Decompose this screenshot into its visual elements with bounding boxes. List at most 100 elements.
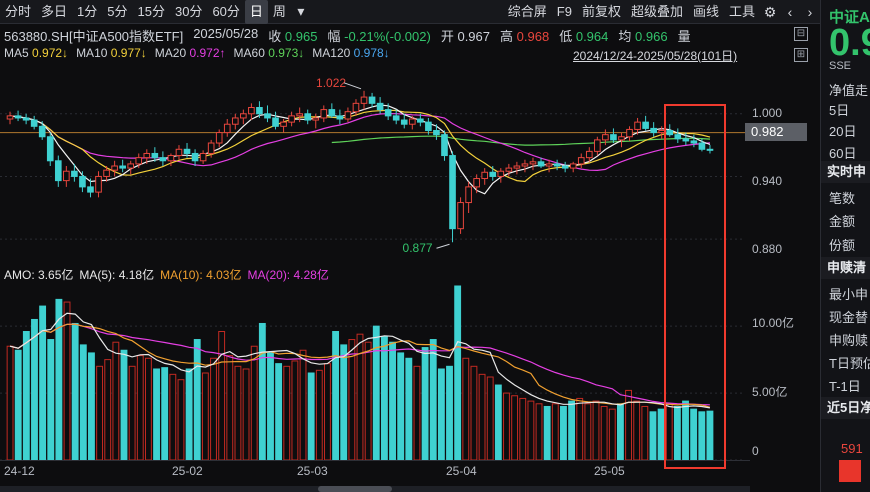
- date-range-link[interactable]: 2024/12/24-2025/05/28(101日): [573, 47, 737, 64]
- ma20-legend: MA20 0.972↑: [154, 46, 226, 60]
- volume-bar: [682, 400, 689, 460]
- period-tab-intraday[interactable]: 分时: [0, 0, 36, 24]
- candle: [30, 115, 38, 130]
- low-annotation: 0.877: [403, 241, 433, 255]
- volume-bar: [193, 339, 201, 460]
- volume-bar: [405, 357, 413, 460]
- period-tab-multiday[interactable]: 多日: [36, 0, 72, 24]
- volume-bar: [511, 395, 519, 460]
- candle: [473, 174, 480, 194]
- candle: [666, 124, 674, 137]
- volume-bar: [267, 352, 274, 460]
- volume-tick-label: 0: [752, 444, 759, 458]
- f9-button[interactable]: F9: [552, 0, 577, 24]
- price-tick-label: 1.000: [752, 106, 783, 120]
- volume-bar: [201, 372, 209, 460]
- candle: [561, 161, 569, 173]
- candle: [344, 107, 352, 123]
- nav-trend-label[interactable]: 净值走: [829, 80, 868, 99]
- volume-bar: [79, 344, 87, 460]
- volume-bar: [503, 392, 510, 460]
- volume-legend: AMO: 3.65亿 MA(5): 4.18亿 MA(10): 4.03亿 MA…: [4, 266, 329, 283]
- candle: [610, 128, 617, 144]
- current-price-tag: 0.982: [745, 123, 807, 141]
- volume-bar: [299, 349, 307, 460]
- period-tab-day[interactable]: 日: [244, 0, 268, 24]
- volume-bar: [315, 369, 323, 460]
- volume-bar: [364, 341, 372, 460]
- volume-bar: [39, 305, 47, 460]
- volume-bar: [120, 349, 128, 460]
- volume-bar: [454, 285, 462, 460]
- candle: [231, 113, 239, 130]
- x-tick-label: 25-03: [297, 464, 328, 478]
- candle: [296, 107, 303, 123]
- chart-scrollbar-thumb[interactable]: [318, 486, 392, 492]
- volume-bar: [519, 397, 527, 460]
- period-tab-1min[interactable]: 1分: [72, 0, 102, 24]
- volume-bar: [104, 359, 112, 460]
- volume-label: 量: [677, 29, 691, 44]
- gear-icon[interactable]: ⚙: [760, 0, 780, 24]
- volume-bar: [136, 355, 144, 460]
- volume-bar: [592, 400, 600, 460]
- candle: [658, 126, 666, 139]
- volume-bar: [527, 400, 535, 460]
- period-60d[interactable]: 60日: [829, 143, 856, 162]
- volume-bar: [112, 341, 120, 460]
- volume-bar: [234, 365, 242, 460]
- volume-bar: [31, 318, 38, 460]
- volume-bar: [535, 403, 543, 460]
- chevron-right-icon[interactable]: ›: [800, 0, 820, 24]
- volume-bar: [185, 368, 193, 460]
- composite-screen-button[interactable]: 综合屏: [503, 0, 552, 24]
- x-tick-label: 25-02: [172, 464, 203, 478]
- dropdown-icon[interactable]: ▾: [291, 0, 311, 24]
- volume-bar: [88, 352, 95, 460]
- x-tick-label: 24-12: [4, 464, 35, 478]
- forward-adjust-button[interactable]: 前复权: [577, 0, 626, 24]
- panel-row-shares: 份额: [829, 238, 856, 253]
- vol-ma20-legend: MA(20): 4.28亿: [247, 268, 329, 282]
- candle: [594, 136, 601, 156]
- volume-bar: [543, 405, 551, 460]
- tools-button[interactable]: 工具: [724, 0, 760, 24]
- period-tab-60min[interactable]: 60分: [207, 0, 244, 24]
- candle: [392, 109, 400, 125]
- volume-bar: [446, 365, 453, 460]
- period-20d[interactable]: 20日: [829, 121, 856, 140]
- volume-bar: [63, 301, 71, 460]
- expand-icon[interactable]: ⊞: [794, 48, 808, 62]
- high-annotation: 1.022: [316, 76, 346, 90]
- candle: [63, 166, 70, 187]
- candle: [312, 113, 320, 129]
- period-tab-week[interactable]: 周: [268, 0, 291, 24]
- panel-row-min: 最小申: [829, 287, 869, 302]
- volume-bar: [437, 368, 445, 460]
- candle: [352, 99, 360, 116]
- period-tab-15min[interactable]: 15分: [133, 0, 170, 24]
- candle: [199, 150, 207, 164]
- candle: [529, 157, 537, 171]
- volume-bar: [47, 339, 55, 460]
- period-tab-30min[interactable]: 30分: [170, 0, 207, 24]
- low-value: 低 0.964: [559, 29, 609, 44]
- chart-toolbar: 分时 多日 1分 5分 15分 30分 60分 日 周 ▾ 综合屏 F9 前复权…: [0, 0, 820, 24]
- symbol-label: 563880.SH[中证A500指数ETF]: [4, 29, 184, 44]
- candle: [111, 160, 118, 177]
- draw-line-button[interactable]: 画线: [688, 0, 724, 24]
- collapse-icon[interactable]: ⊟: [794, 27, 808, 41]
- volume-bar: [340, 344, 348, 460]
- volume-bar: [144, 357, 152, 460]
- chevron-left-icon[interactable]: ‹: [780, 0, 800, 24]
- volume-bar: [128, 365, 136, 460]
- period-tab-5min[interactable]: 5分: [102, 0, 132, 24]
- volume-chart[interactable]: [0, 264, 750, 460]
- candlestick-chart[interactable]: 1.022 0.877: [0, 64, 750, 264]
- super-overlay-button[interactable]: 超级叠加: [626, 0, 688, 24]
- quote-date: 2025/05/28: [193, 26, 259, 41]
- candle: [95, 171, 102, 198]
- volume-bar: [494, 384, 502, 460]
- volume-bar: [242, 368, 250, 460]
- period-5d[interactable]: 5日: [829, 100, 849, 119]
